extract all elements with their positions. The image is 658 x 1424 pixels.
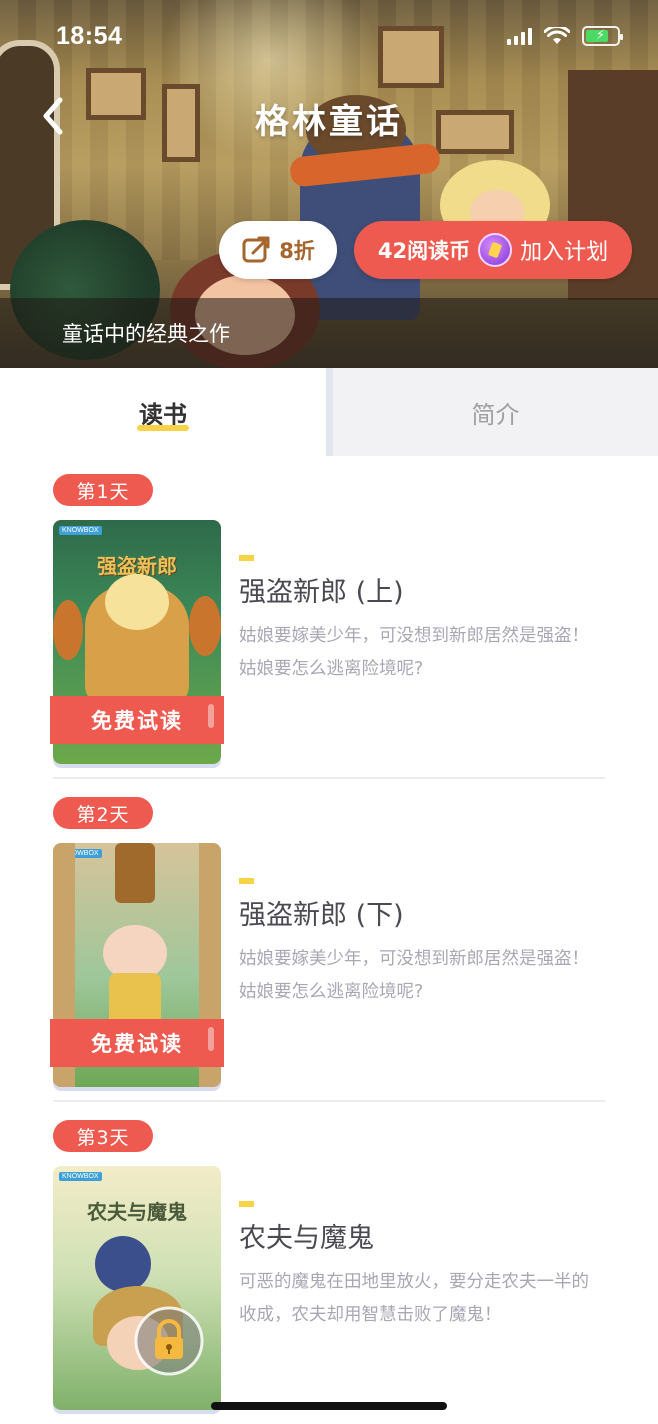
- coin-icon: [478, 233, 513, 267]
- page-title: 格林童话: [255, 102, 403, 142]
- chapter-title: 强盗新郎 (上): [239, 577, 404, 608]
- free-trial-badge: 免费试读: [50, 1019, 224, 1067]
- chapter-description: 可恶的魔鬼在田地里放火，要分走农夫一半的收成，农夫却用智慧击败了魔鬼！: [239, 1272, 589, 1325]
- day-badge: 第2天: [53, 797, 153, 829]
- tab-separator: [326, 368, 333, 456]
- home-indicator: [211, 1402, 447, 1410]
- chapter-title: 农夫与魔鬼: [239, 1223, 374, 1254]
- day-badge: 第1天: [53, 474, 153, 506]
- title-accent-bar: [239, 1201, 254, 1207]
- cover-brand: KNOWBOX: [59, 1172, 102, 1181]
- cover-rope: [115, 843, 155, 903]
- free-trial-label: 免费试读: [91, 1032, 183, 1056]
- signal-icon: [507, 27, 532, 45]
- cover-mushroom: [189, 596, 221, 656]
- tab-read[interactable]: 读书: [0, 368, 326, 456]
- book-subtitle: 童话中的经典之作: [62, 322, 230, 346]
- trial-badge-mark: [208, 1027, 214, 1051]
- join-plan-label: 加入计划: [520, 240, 609, 265]
- discount-button[interactable]: 8折: [219, 221, 337, 279]
- cover-figure-head: [105, 574, 169, 630]
- chapter-divider: [53, 1100, 605, 1102]
- book-header-banner: [0, 0, 658, 368]
- free-trial-label: 免费试读: [91, 709, 183, 733]
- battery-icon: ⚡: [582, 26, 623, 46]
- join-plan-button[interactable]: 42阅读币 加入计划: [354, 221, 632, 279]
- tab-intro[interactable]: 简介: [333, 368, 658, 456]
- tab-intro-label: 简介: [471, 400, 520, 429]
- cover-devil: [95, 1236, 151, 1292]
- chapter-item[interactable]: 第2天 KNOWBOX 免费试读 强盗新郎 (下) 姑娘要嫁美少年，可没想到新郎…: [0, 797, 658, 1120]
- status-icons: ⚡: [507, 26, 623, 46]
- free-trial-badge: 免费试读: [50, 696, 224, 744]
- status-time: 18:54: [56, 22, 123, 50]
- chapter-description: 姑娘要嫁美少年，可没想到新郎居然是强盗！姑娘要怎么逃离险境呢?: [239, 949, 589, 1002]
- chapter-item[interactable]: 第3天 KNOWBOX 农夫与魔鬼 农夫与魔鬼 可恶的魔鬼在田地里放火，要分走农…: [0, 1120, 658, 1424]
- title-accent-bar: [239, 555, 254, 561]
- edit-discount-icon: [242, 236, 270, 263]
- title-accent-bar: [239, 878, 254, 884]
- lock-icon: [134, 1306, 204, 1376]
- cover-mushroom: [53, 600, 83, 660]
- trial-badge-mark: [208, 704, 214, 728]
- cover-brand: KNOWBOX: [59, 526, 102, 535]
- cover-title: 农夫与魔鬼: [87, 1200, 187, 1224]
- chapter-item[interactable]: 第1天 KNOWBOX 强盗新郎 免费试读 强盗新郎 (上) 姑娘要嫁美少年，可…: [0, 474, 658, 797]
- wifi-icon: [544, 27, 570, 44]
- chapter-divider: [53, 777, 605, 779]
- chapter-title: 强盗新郎 (下): [239, 900, 404, 931]
- tab-active-indicator: [137, 425, 189, 431]
- price-label: 42阅读币: [377, 239, 471, 263]
- tab-bar: 读书 简介: [0, 368, 658, 456]
- discount-label: 8折: [279, 239, 315, 263]
- chapter-description: 姑娘要嫁美少年，可没想到新郎居然是强盗！姑娘要怎么逃离险境呢?: [239, 626, 589, 679]
- banner-picture-frame: [378, 26, 444, 88]
- day-badge: 第3天: [53, 1120, 153, 1152]
